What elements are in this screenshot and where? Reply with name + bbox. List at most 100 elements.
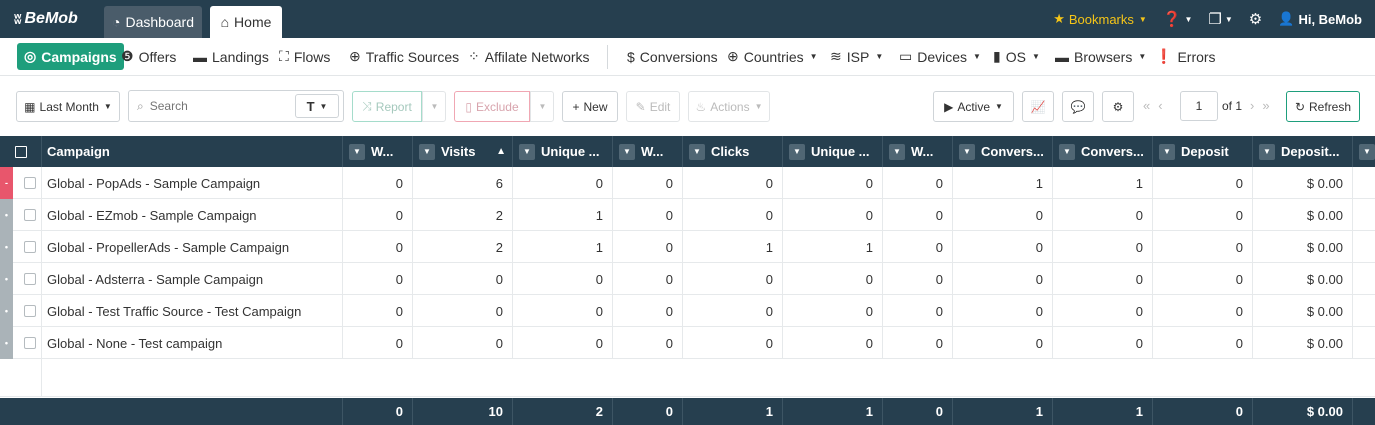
row-checkbox[interactable] bbox=[24, 209, 36, 221]
tab-home[interactable]: ⌂ Home bbox=[210, 6, 282, 38]
shuffle-icon: ⤨ bbox=[362, 99, 372, 113]
page-number-input[interactable]: 1 bbox=[1180, 91, 1218, 121]
table-cell-overflow bbox=[1353, 263, 1375, 295]
filter-icon[interactable]: ▼ bbox=[1059, 143, 1075, 160]
column-header[interactable]: ▼ Unique ... bbox=[783, 136, 883, 167]
nav-devices[interactable]: ▭ Devices ▼ bbox=[899, 43, 981, 70]
campaign-name-cell[interactable]: Global - EZmob - Sample Campaign bbox=[42, 199, 343, 231]
tab-dashboard[interactable]: ◔ Dashboard bbox=[104, 6, 202, 38]
filter-icon[interactable]: ▼ bbox=[349, 143, 365, 160]
search-input[interactable] bbox=[149, 99, 280, 113]
exclude-dropdown-toggle[interactable]: ▼ bbox=[530, 91, 554, 122]
chevron-down-icon: ▼ bbox=[1184, 14, 1193, 24]
bemob-logo[interactable]: ʬ BeMob bbox=[14, 10, 78, 28]
nav-flows[interactable]: ⛶ Flows bbox=[279, 43, 330, 70]
window-restore-icon: ❐ bbox=[1208, 11, 1222, 28]
column-header-overflow[interactable]: ▼ bbox=[1353, 136, 1375, 167]
first-page-icon[interactable]: « bbox=[1143, 98, 1150, 113]
nav-traffic-sources[interactable]: ⊕ Traffic Sources bbox=[349, 43, 459, 70]
column-header-clicks[interactable]: ▼ Clicks bbox=[683, 136, 783, 167]
filter-icon[interactable]: ▼ bbox=[1259, 143, 1275, 160]
filter-icon[interactable]: ▼ bbox=[789, 143, 805, 160]
table-row[interactable]: - Global - PopAds - Sample Campaign 0 6 0 0 0 0… bbox=[0, 167, 1375, 199]
row-checkbox[interactable] bbox=[24, 177, 36, 189]
actions-button[interactable]: ♨ Actions ▼ bbox=[688, 91, 770, 122]
table-row[interactable]: • Global - PropellerAds - Sample Campaign… bbox=[0, 231, 1375, 263]
row-checkbox[interactable] bbox=[24, 241, 36, 253]
nav-os[interactable]: ▮ OS ▼ bbox=[993, 43, 1040, 70]
campaign-name-cell[interactable]: Global - Test Traffic Source - Test Camp… bbox=[42, 295, 343, 327]
filter-icon[interactable]: ▼ bbox=[959, 143, 975, 160]
next-page-icon[interactable]: › bbox=[1250, 98, 1254, 113]
edit-button[interactable]: ✎ Edit bbox=[626, 91, 680, 122]
row-checkbox[interactable] bbox=[24, 337, 36, 349]
chart-button[interactable]: 📈 bbox=[1022, 91, 1054, 122]
filter-icon[interactable]: ▼ bbox=[419, 143, 435, 160]
column-header[interactable]: ▼ W... bbox=[613, 136, 683, 167]
table-cell: 0 bbox=[513, 327, 613, 359]
status-filter-select[interactable]: ▶ Active ▼ bbox=[933, 91, 1014, 122]
nav-offers[interactable]: ❺ Offers bbox=[121, 43, 176, 70]
refresh-button[interactable]: ↻ Refresh bbox=[1286, 91, 1360, 122]
table-row[interactable]: • Global - EZmob - Sample Campaign 0 2 1 0 0 0 0… bbox=[0, 199, 1375, 231]
report-dropdown-toggle[interactable]: ▼ bbox=[422, 91, 446, 122]
filter-icon[interactable]: ▼ bbox=[1159, 143, 1175, 160]
filter-icon[interactable]: ▼ bbox=[689, 143, 705, 160]
column-header-visits[interactable]: ▼ Visits ▲ bbox=[413, 136, 513, 167]
column-header-deposit[interactable]: ▼ Deposit bbox=[1153, 136, 1253, 167]
row-select-cell: • bbox=[0, 231, 42, 263]
prev-page-icon[interactable]: ‹ bbox=[1158, 98, 1162, 113]
table-row[interactable]: • Global - Test Traffic Source - Test Cam… bbox=[0, 295, 1375, 327]
user-menu[interactable]: 👤 Hi, BeMob bbox=[1278, 11, 1362, 27]
filter-icon[interactable]: ▼ bbox=[619, 143, 635, 160]
filter-icon[interactable]: ▼ bbox=[889, 143, 905, 160]
table-header: Campaign ▼ W... ▼ Visits ▲ ▼ Unique ... … bbox=[0, 136, 1375, 167]
column-header[interactable]: ▼ W... bbox=[343, 136, 413, 167]
column-header[interactable]: ▼ Unique ... bbox=[513, 136, 613, 167]
last-page-icon[interactable]: » bbox=[1262, 98, 1269, 113]
campaign-name-cell[interactable]: Global - Adsterra - Sample Campaign bbox=[42, 263, 343, 295]
comments-button[interactable]: 💬 bbox=[1062, 91, 1094, 122]
nav-countries[interactable]: ⊕ Countries ▼ bbox=[727, 43, 818, 70]
column-label: W... bbox=[911, 144, 934, 159]
campaign-name-cell[interactable]: Global - PopAds - Sample Campaign bbox=[42, 167, 343, 199]
campaign-name-cell[interactable]: Global - PropellerAds - Sample Campaign bbox=[42, 231, 343, 263]
date-range-select[interactable]: ▦ Last Month ▼ bbox=[16, 91, 120, 122]
column-header[interactable]: ▼ Deposit... bbox=[1253, 136, 1353, 167]
filter-icon[interactable]: ▼ bbox=[1359, 143, 1375, 160]
row-checkbox[interactable] bbox=[24, 305, 36, 317]
column-settings-button[interactable]: ⚙ bbox=[1102, 91, 1134, 122]
bookmarks-menu[interactable]: ★ Bookmarks ▼ bbox=[1053, 11, 1147, 27]
help-menu[interactable]: ❓ ▼ bbox=[1163, 10, 1193, 28]
search-field[interactable]: ⌕ T ▼ bbox=[128, 90, 344, 122]
search-type-select[interactable]: T ▼ bbox=[295, 94, 339, 118]
campaign-name-cell[interactable]: Global - None - Test campaign bbox=[42, 327, 343, 359]
select-all-checkbox[interactable] bbox=[0, 136, 42, 167]
nav-browsers[interactable]: ▬ Browsers ▼ bbox=[1055, 43, 1146, 70]
nav-affiliate-networks[interactable]: ⁘ Affilate Networks bbox=[468, 43, 590, 70]
nav-errors[interactable]: ❗ Errors bbox=[1155, 43, 1216, 70]
row-checkbox[interactable] bbox=[24, 273, 36, 285]
nav-browsers-label: Browsers bbox=[1074, 48, 1133, 65]
nav-landings[interactable]: ▬ Landings bbox=[193, 43, 269, 70]
nav-isp[interactable]: ≋ ISP ▼ bbox=[830, 43, 883, 70]
column-header[interactable]: ▼ Convers... bbox=[1053, 136, 1153, 167]
nav-errors-label: Errors bbox=[1177, 48, 1216, 65]
settings-button[interactable]: ⚙ bbox=[1249, 10, 1262, 28]
table-cell: 0 bbox=[783, 199, 883, 231]
table-row[interactable]: • Global - Adsterra - Sample Campaign 0 0 0 0… bbox=[0, 263, 1375, 295]
column-label: Campaign bbox=[47, 144, 110, 159]
windows-menu[interactable]: ❐ ▼ bbox=[1208, 10, 1232, 28]
report-button[interactable]: ⤨ Report bbox=[352, 91, 422, 122]
new-button[interactable]: + New bbox=[562, 91, 618, 122]
exclude-button[interactable]: ▯ Exclude bbox=[454, 91, 530, 122]
filter-icon[interactable]: ▼ bbox=[519, 143, 535, 160]
column-header-campaign[interactable]: Campaign bbox=[42, 136, 343, 167]
column-header[interactable]: ▼ Convers... bbox=[953, 136, 1053, 167]
nav-conversions[interactable]: $ Conversions bbox=[627, 43, 718, 70]
plus-icon: + bbox=[572, 99, 580, 114]
table-row[interactable]: • Global - None - Test campaign 0 0 0 0 0 0 0 0 0 0… bbox=[0, 327, 1375, 359]
nav-campaigns[interactable]: ◎ Campaigns bbox=[17, 43, 124, 70]
fire-icon: ♨ bbox=[695, 99, 707, 114]
column-header[interactable]: ▼ W... bbox=[883, 136, 953, 167]
